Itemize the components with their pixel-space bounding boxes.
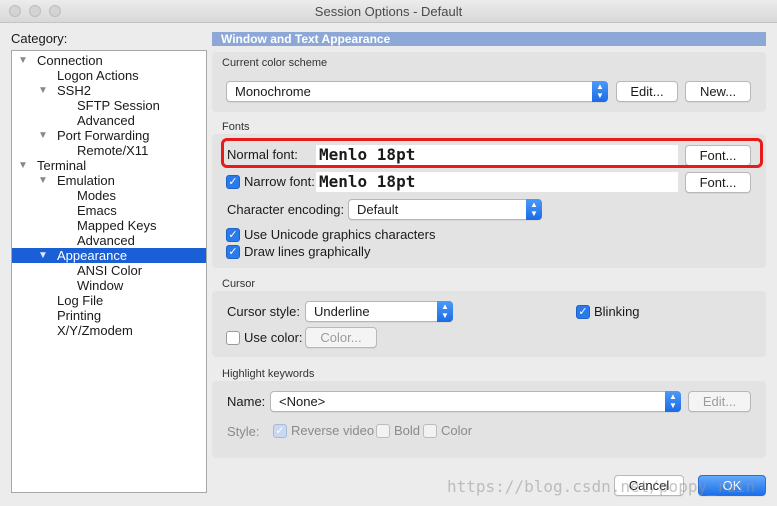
sidebar-item-log-file[interactable]: Log File: [12, 293, 206, 308]
sidebar-item-emulation[interactable]: ▼ Emulation: [12, 173, 206, 188]
sidebar-item-ssh2[interactable]: ▼ SSH2: [12, 83, 206, 98]
chevron-updown-icon: ▲ ▼: [437, 301, 453, 322]
encoding-value: Default: [357, 202, 399, 217]
sidebar-item-modes[interactable]: Modes: [12, 188, 206, 203]
sidebar-item-label: Advanced: [77, 233, 135, 248]
sidebar-item-label: Emacs: [77, 203, 117, 218]
sidebar-item-label: Remote/X11: [77, 143, 149, 158]
narrow-font-button[interactable]: Font...: [685, 172, 751, 193]
disclosure-expanded-icon[interactable]: ▼: [38, 83, 48, 98]
sidebar-item-label: Connection: [37, 53, 103, 68]
sidebar-item-appearance[interactable]: ▼ Appearance: [12, 248, 206, 263]
cursor-style-label: Cursor style:: [227, 304, 300, 319]
reverse-video-checkbox[interactable]: ✓: [273, 424, 287, 438]
highlight-keywords-group-label: Highlight keywords: [222, 368, 315, 380]
unicode-graphics-checkbox[interactable]: ✓: [226, 228, 240, 242]
annotation-highlight-box: [221, 138, 763, 168]
session-options-window: Session Options - Default Category: ▼ Con…: [0, 0, 777, 506]
blinking-label: Blinking: [594, 304, 640, 319]
sidebar-item-label: X/Y/Zmodem: [57, 323, 133, 338]
bold-checkbox[interactable]: [376, 424, 390, 438]
sidebar-item-sftp-session[interactable]: SFTP Session: [12, 98, 206, 113]
sidebar-item-emacs[interactable]: Emacs: [12, 203, 206, 218]
cursor-color-button[interactable]: Color...: [305, 327, 377, 348]
sidebar-item-advanced[interactable]: Advanced: [12, 233, 206, 248]
sidebar-item-label: Printing: [57, 308, 102, 323]
sidebar-item-ansi-color[interactable]: ANSI Color: [12, 263, 206, 278]
disclosure-expanded-icon[interactable]: ▼: [18, 158, 28, 173]
sidebar-item-label: Terminal: [37, 158, 87, 173]
new-scheme-button[interactable]: New...: [685, 81, 751, 102]
cursor-style-value: Underline: [314, 304, 370, 319]
highlight-name-select[interactable]: <None> ▲ ▼: [270, 391, 681, 412]
sidebar-item-label: SSH2: [57, 83, 91, 98]
sidebar-item-x-y-zmodem[interactable]: X/Y/Zmodem: [12, 323, 206, 338]
narrow-font-display: Menlo 18pt: [316, 172, 678, 192]
cursor-group-label: Cursor: [222, 278, 256, 290]
encoding-select[interactable]: Default ▲ ▼: [348, 199, 542, 220]
sidebar-item-label: ANSI Color: [77, 263, 143, 278]
sidebar-item-label: Log File: [57, 293, 104, 308]
sidebar-item-label: Mapped Keys: [77, 218, 157, 233]
narrow-font-checkbox[interactable]: ✓: [226, 175, 240, 189]
disclosure-expanded-icon[interactable]: ▼: [38, 248, 48, 263]
disclosure-expanded-icon[interactable]: ▼: [38, 128, 48, 143]
disclosure-expanded-icon[interactable]: ▼: [38, 173, 48, 188]
section-title: Window and Text Appearance: [212, 32, 766, 46]
color-scheme-select[interactable]: Monochrome ▲ ▼: [226, 81, 608, 102]
sidebar-item-remote-x11[interactable]: Remote/X11: [12, 143, 206, 158]
sidebar-item-label: Advanced: [77, 113, 135, 128]
sidebar-item-label: Appearance: [57, 248, 128, 263]
sidebar-item-mapped-keys[interactable]: Mapped Keys: [12, 218, 206, 233]
sidebar-item-port-forwarding[interactable]: ▼ Port Forwarding: [12, 128, 206, 143]
sidebar-item-logon-actions[interactable]: Logon Actions: [12, 68, 206, 83]
sidebar-item-label: Window: [77, 278, 124, 293]
color-scheme-value: Monochrome: [235, 84, 311, 99]
window-title: Session Options - Default: [314, 4, 463, 19]
blinking-checkbox[interactable]: ✓: [576, 305, 590, 319]
chevron-updown-icon: ▲ ▼: [526, 199, 542, 220]
chevron-updown-icon: ▲ ▼: [592, 81, 608, 102]
highlight-color-checkbox[interactable]: [423, 424, 437, 438]
sidebar-item-label: Port Forwarding: [57, 128, 150, 143]
color-scheme-group-label: Current color scheme: [222, 57, 328, 69]
sidebar-item-label: Emulation: [57, 173, 115, 188]
watermark-text: https://blog.csdn.net/poppy_rain: [447, 477, 756, 496]
bold-label: Bold: [394, 423, 421, 438]
encoding-label: Character encoding:: [227, 202, 345, 217]
title-bar: Session Options - Default: [0, 0, 777, 23]
sidebar-item-window[interactable]: Window: [12, 278, 206, 293]
fonts-group-label: Fonts: [222, 121, 250, 133]
use-color-checkbox[interactable]: [226, 331, 240, 345]
cursor-style-select[interactable]: Underline ▲ ▼: [305, 301, 453, 322]
disclosure-expanded-icon[interactable]: ▼: [18, 53, 28, 68]
edit-scheme-button[interactable]: Edit...: [616, 81, 678, 102]
highlight-name-value: <None>: [279, 394, 326, 409]
reverse-video-label: Reverse video: [291, 423, 375, 438]
use-color-label: Use color:: [244, 330, 303, 345]
sidebar-item-label: Logon Actions: [57, 68, 139, 83]
chevron-updown-icon: ▲ ▼: [665, 391, 681, 412]
category-tree[interactable]: ▼ Connection Logon Actions ▼ SSH2 SFTP Sessio…: [11, 50, 207, 493]
cursor-group: [212, 291, 766, 357]
highlight-color-label: Color: [441, 423, 473, 438]
narrow-font-label: Narrow font:: [244, 174, 315, 189]
draw-lines-checkbox[interactable]: ✓: [226, 245, 240, 259]
sidebar-item-printing[interactable]: Printing: [12, 308, 206, 323]
sidebar-item-advanced[interactable]: Advanced: [12, 113, 206, 128]
sidebar-item-terminal[interactable]: ▼ Terminal: [12, 158, 206, 173]
draw-lines-label: Draw lines graphically: [244, 244, 371, 259]
highlight-edit-button[interactable]: Edit...: [688, 391, 751, 412]
highlight-style-label: Style:: [227, 424, 260, 439]
unicode-graphics-label: Use Unicode graphics characters: [244, 227, 436, 242]
sidebar-item-connection[interactable]: ▼ Connection: [12, 53, 206, 68]
highlight-name-label: Name:: [227, 394, 266, 409]
sidebar-item-label: Modes: [77, 188, 117, 203]
category-label: Category:: [11, 31, 68, 46]
sidebar-item-label: SFTP Session: [77, 98, 160, 113]
